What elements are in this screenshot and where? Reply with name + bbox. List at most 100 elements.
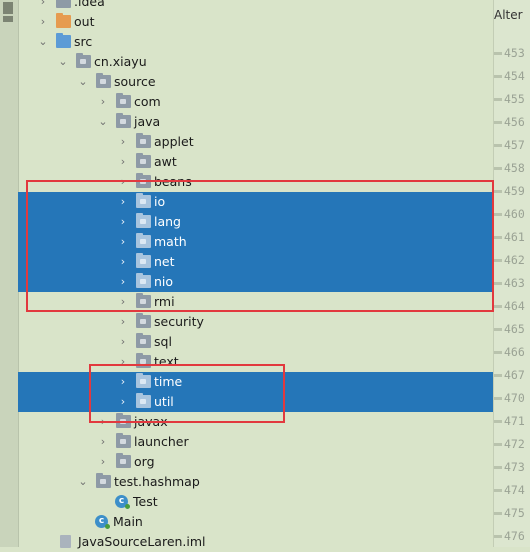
package-folder-icon	[76, 53, 91, 68]
chevron-right-icon[interactable]: ›	[118, 275, 128, 289]
tree-row[interactable]: › org	[18, 452, 493, 472]
tree-row[interactable]: › rmi	[18, 292, 493, 312]
package-folder-icon	[136, 313, 151, 328]
tree-row[interactable]: › applet	[18, 132, 493, 152]
tree-row-label: cn.xiayu	[94, 54, 147, 69]
package-folder-icon	[136, 193, 151, 208]
tree-row[interactable]: › lang	[18, 212, 493, 232]
fold-marker	[494, 305, 502, 308]
source-folder-icon	[56, 33, 71, 48]
fold-marker	[494, 190, 502, 193]
chevron-right-icon[interactable]: ›	[118, 395, 128, 409]
chevron-right-icon[interactable]: ›	[38, 15, 48, 29]
chevron-down-icon[interactable]: ⌄	[38, 35, 48, 49]
chevron-right-icon[interactable]: ›	[118, 255, 128, 269]
line-number: 473	[504, 460, 525, 474]
fold-marker	[494, 98, 502, 101]
fold-marker	[494, 420, 502, 423]
tree-row[interactable]: › util	[18, 392, 493, 412]
chevron-right-icon[interactable]: ›	[98, 415, 108, 429]
structure-tab-icon[interactable]	[3, 16, 13, 22]
fold-marker	[494, 121, 502, 124]
tree-row[interactable]: ⌄ source	[18, 72, 493, 92]
project-tab-icon[interactable]	[3, 2, 13, 14]
chevron-down-icon[interactable]: ⌄	[78, 75, 88, 89]
tree-row-label: javax	[134, 414, 168, 429]
tree-row[interactable]: ⌄ test.hashmap	[18, 472, 493, 492]
line-number: 460	[504, 207, 525, 221]
tree-row[interactable]: › io	[18, 192, 493, 212]
tree-row[interactable]: ⌄ cn.xiayu	[18, 52, 493, 72]
fold-marker	[494, 213, 502, 216]
chevron-right-icon[interactable]: ›	[118, 235, 128, 249]
chevron-down-icon[interactable]: ⌄	[58, 55, 68, 69]
package-folder-icon	[136, 333, 151, 348]
tree-row[interactable]: › .idea	[18, 0, 493, 12]
tree-row[interactable]: › launcher	[18, 432, 493, 452]
chevron-down-icon[interactable]: ⌄	[98, 115, 108, 129]
tree-row-label: launcher	[134, 434, 189, 449]
line-number: 471	[504, 414, 525, 428]
tree-row-label: src	[74, 34, 93, 49]
tree-row[interactable]: › beans	[18, 172, 493, 192]
fold-marker	[494, 443, 502, 446]
chevron-right-icon[interactable]: ›	[98, 435, 108, 449]
tree-row[interactable]: › javax	[18, 412, 493, 432]
tree-row[interactable]: › time	[18, 372, 493, 392]
fold-marker	[494, 374, 502, 377]
chevron-right-icon[interactable]: ›	[118, 215, 128, 229]
line-number: 458	[504, 161, 525, 175]
editor-tab-label[interactable]: Alter	[494, 8, 530, 22]
tree-row-label: applet	[154, 134, 194, 149]
tree-row[interactable]: JavaSourceLaren.iml	[18, 532, 493, 552]
chevron-right-icon[interactable]: ›	[118, 155, 128, 169]
tree-row-label: test.hashmap	[114, 474, 200, 489]
fold-marker	[494, 259, 502, 262]
fold-marker	[494, 328, 502, 331]
tree-row-label: lang	[154, 214, 181, 229]
chevron-right-icon[interactable]: ›	[118, 355, 128, 369]
line-number: 467	[504, 368, 525, 382]
chevron-down-icon[interactable]: ⌄	[78, 475, 88, 489]
chevron-right-icon[interactable]: ›	[118, 135, 128, 149]
tree-row[interactable]: › text	[18, 352, 493, 372]
tree-row[interactable]: ⌄ src	[18, 32, 493, 52]
fold-marker	[494, 167, 502, 170]
package-folder-icon	[116, 453, 131, 468]
package-folder-icon	[136, 133, 151, 148]
tree-row-label: out	[74, 14, 95, 29]
chevron-right-icon[interactable]: ›	[118, 315, 128, 329]
tree-row-label: .idea	[74, 0, 105, 9]
tree-row[interactable]: › out	[18, 12, 493, 32]
chevron-right-icon[interactable]: ›	[98, 455, 108, 469]
chevron-right-icon[interactable]: ›	[118, 175, 128, 189]
chevron-right-icon[interactable]: ›	[118, 375, 128, 389]
tree-row[interactable]: › com	[18, 92, 493, 112]
tree-row[interactable]: › nio	[18, 272, 493, 292]
tree-row[interactable]: › security	[18, 312, 493, 332]
line-number: 454	[504, 69, 525, 83]
chevron-right-icon[interactable]: ›	[118, 295, 128, 309]
package-folder-icon	[136, 153, 151, 168]
tree-row[interactable]: › math	[18, 232, 493, 252]
tree-row-label: beans	[154, 174, 192, 189]
tree-row[interactable]: c Main	[18, 512, 493, 532]
tree-row[interactable]: c Test	[18, 492, 493, 512]
chevron-right-icon[interactable]: ›	[118, 195, 128, 209]
tree-row-label: org	[134, 454, 155, 469]
tree-row[interactable]: › sql	[18, 332, 493, 352]
chevron-right-icon[interactable]: ›	[38, 0, 48, 9]
package-folder-icon	[136, 273, 151, 288]
chevron-right-icon[interactable]: ›	[98, 95, 108, 109]
tree-row[interactable]: › awt	[18, 152, 493, 172]
line-number: 463	[504, 276, 525, 290]
tree-row[interactable]: ⌄ java	[18, 112, 493, 132]
tree-row-label: JavaSourceLaren.iml	[78, 534, 206, 549]
line-number: 453	[504, 46, 525, 60]
tree-row-label: Main	[113, 514, 143, 529]
line-number: 476	[504, 529, 525, 543]
package-folder-icon	[136, 213, 151, 228]
project-tree: › .idea › out ⌄ src ⌄ cn.xiayu ⌄ source › com ⌄ java ›…	[18, 0, 493, 549]
chevron-right-icon[interactable]: ›	[118, 335, 128, 349]
tree-row[interactable]: › net	[18, 252, 493, 272]
